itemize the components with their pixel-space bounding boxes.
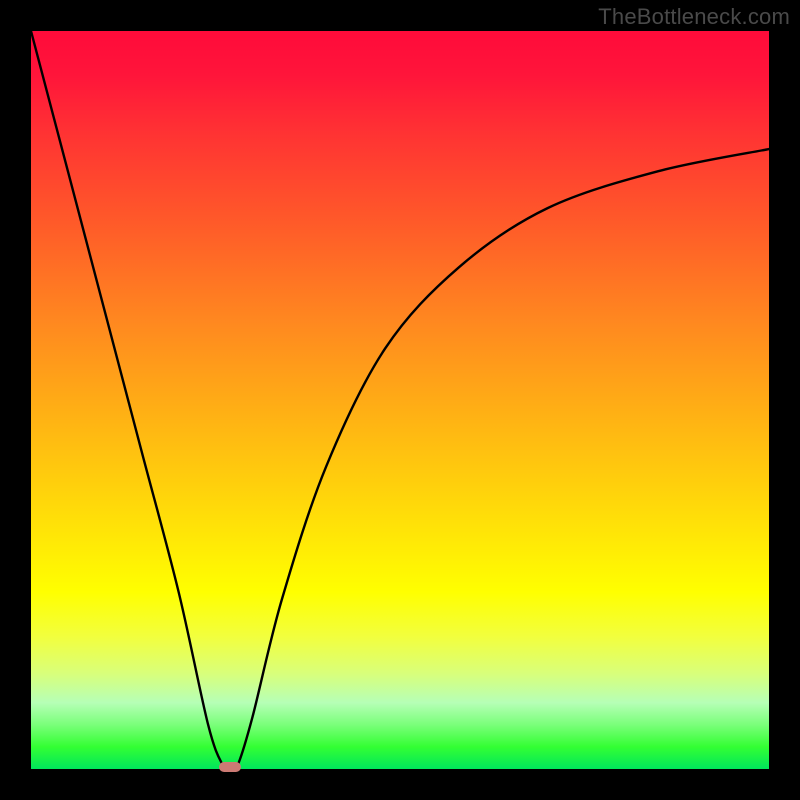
- bottleneck-curve-path: [31, 31, 769, 770]
- minimum-marker: [219, 762, 241, 772]
- chart-frame: TheBottleneck.com: [0, 0, 800, 800]
- watermark-text: TheBottleneck.com: [598, 4, 790, 30]
- plot-area: [31, 31, 769, 769]
- curve-svg: [31, 31, 769, 769]
